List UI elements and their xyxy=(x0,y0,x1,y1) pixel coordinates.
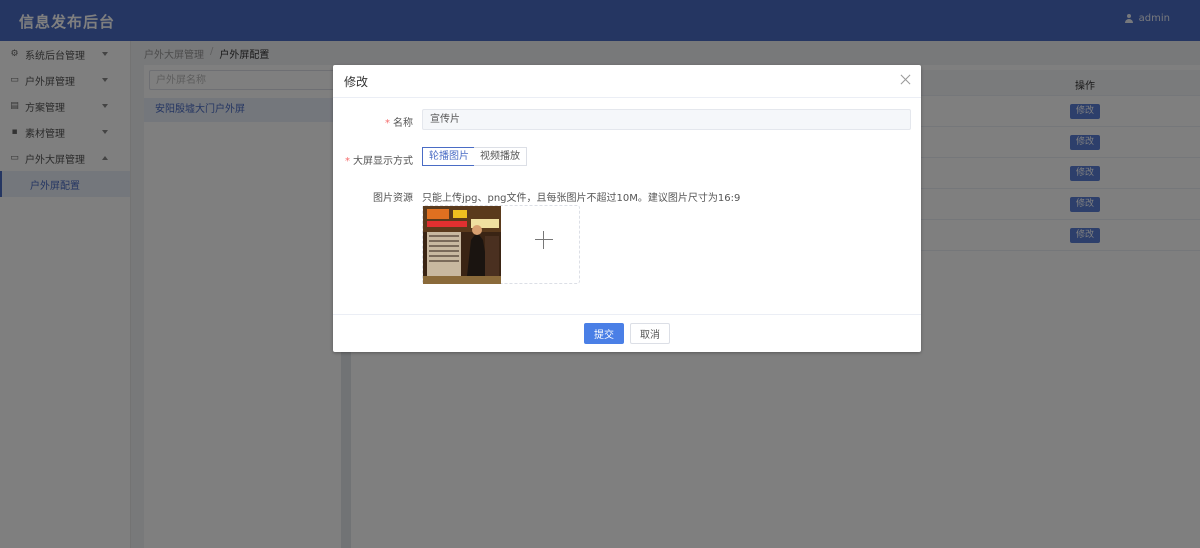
required-marker: * xyxy=(345,156,350,167)
modal-header-divider xyxy=(333,97,921,98)
modal-footer-divider xyxy=(333,314,921,315)
image-upload-area xyxy=(422,205,580,284)
display-mode-label: * 大屏显示方式 xyxy=(345,156,413,167)
name-label: * 名称 xyxy=(385,118,413,129)
edit-modal: 修改 * 名称 宣传片 * 大屏显示方式 轮播图片 视频播放 图片资源 只能上传jp… xyxy=(333,65,921,352)
submit-button[interactable]: 提交 xyxy=(584,323,624,344)
resource-label: 图片资源 xyxy=(373,193,413,204)
modal-title: 修改 xyxy=(344,75,369,89)
required-marker: * xyxy=(385,118,390,129)
display-option-video[interactable]: 视频播放 xyxy=(474,147,527,166)
close-icon[interactable] xyxy=(900,74,911,85)
uploaded-image-thumbnail[interactable] xyxy=(423,206,501,284)
upload-hint: 只能上传jpg、png文件，且每张图片不超过10M。建议图片尺寸为16:9 xyxy=(422,193,741,204)
cancel-button[interactable]: 取消 xyxy=(630,323,670,344)
add-image-icon[interactable] xyxy=(535,231,553,249)
name-field[interactable]: 宣传片 xyxy=(422,109,911,130)
display-option-carousel[interactable]: 轮播图片 xyxy=(422,147,476,166)
